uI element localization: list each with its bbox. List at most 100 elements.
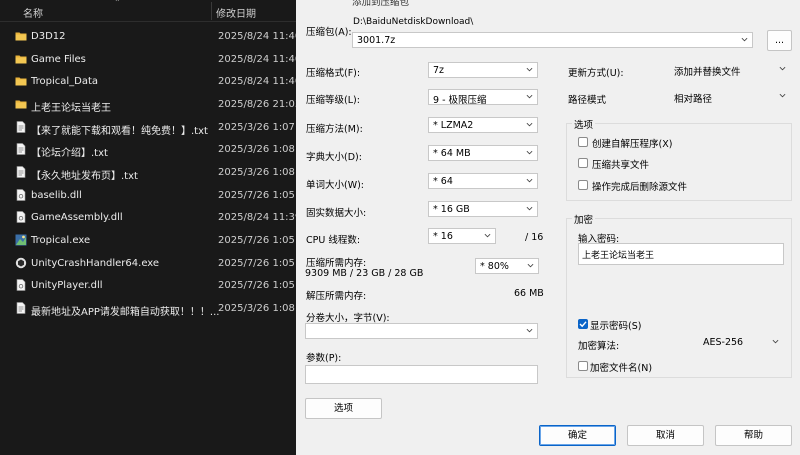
format-label: 压缩格式(F): [306, 68, 361, 79]
compress-memory-label: 压缩所需内存: [306, 258, 367, 269]
dll-file-icon [15, 188, 27, 202]
file-row[interactable]: 最新地址及APP请发邮箱自动获取！！！... 2025/3/26 1:08 [0, 298, 296, 320]
dialog-title: 添加到压缩包 [352, 0, 410, 8]
file-row[interactable]: 上老王论坛当老王 2025/8/26 21:03 [0, 94, 301, 116]
show-password-checkbox[interactable] [578, 319, 588, 329]
file-name: Tropical_Data [31, 76, 99, 88]
compress-memory-value: 9309 MB / 23 GB / 28 GB [305, 268, 424, 279]
level-value: 9 - 极限压缩 [433, 95, 487, 106]
file-row[interactable]: 【永久地址发布页】.txt 2025/3/26 1:08 [0, 162, 296, 184]
update-mode-select[interactable]: 添加并替换文件 [669, 61, 791, 78]
cpu-threads-select[interactable]: * 16 [428, 228, 496, 244]
file-name: 【永久地址发布页】.txt [31, 170, 138, 182]
file-row[interactable]: GameAssembly.dll 2025/8/24 11:39 [0, 207, 301, 229]
format-value: 7z [433, 65, 445, 76]
compress-shared-checkbox[interactable] [578, 158, 588, 168]
method-label: 压缩方法(M): [306, 124, 363, 135]
cpu-threads-value: * 16 [433, 231, 453, 242]
encryption-method-select[interactable]: AES-256 [698, 334, 784, 350]
archive-name-combobox[interactable]: 3001.7z [352, 32, 753, 48]
delete-source-checkbox[interactable] [578, 180, 588, 190]
game-exe-icon [15, 234, 27, 247]
ok-button[interactable]: 确定 [539, 425, 616, 446]
split-size-combobox[interactable] [305, 323, 538, 339]
file-name: UnityCrashHandler64.exe [31, 257, 160, 269]
file-row[interactable]: UnityPlayer.dll 2025/7/26 1:05 [0, 275, 296, 297]
name-column-header[interactable]: 名称 [23, 5, 43, 20]
text-file-icon [15, 301, 27, 315]
chevron-down-icon [526, 150, 533, 155]
parameters-label: 参数(P): [306, 353, 342, 364]
file-name: D3D12 [31, 31, 66, 42]
file-modified-date: 2025/3/26 1:08 [218, 302, 295, 314]
file-row[interactable]: UnityCrashHandler64.exe 2025/7/26 1:05 [0, 253, 296, 275]
file-name: 【来了就能下载和观看！纯免费！】.txt [31, 125, 208, 137]
browse-button[interactable]: ... [767, 30, 792, 51]
dictionary-label: 字典大小(D): [306, 152, 362, 163]
chevron-down-icon [526, 94, 533, 99]
decompress-memory-label: 解压所需内存: [306, 291, 367, 302]
folder-icon [15, 98, 27, 111]
level-select[interactable]: 9 - 极限压缩 [428, 89, 538, 106]
file-modified-date: 2025/8/24 11:39 [218, 212, 302, 224]
create-sfx-label: 创建自解压程序(X) [592, 139, 673, 150]
file-modified-date: 2025/7/26 1:05 [218, 234, 295, 246]
file-modified-date: 2025/3/26 1:07 [218, 121, 295, 133]
file-modified-date: 2025/8/26 21:03 [218, 98, 302, 110]
help-button[interactable]: 帮助 [715, 425, 792, 446]
encrypt-filenames-checkbox[interactable] [578, 361, 588, 371]
path-mode-select[interactable]: 相对路径 [669, 88, 791, 105]
chevron-down-icon [772, 339, 779, 344]
checkmark-icon [579, 321, 587, 328]
file-row[interactable]: 【来了就能下载和观看！纯免费！】.txt 2025/3/26 1:07 [0, 117, 296, 139]
method-select[interactable]: * LZMA2 [428, 117, 538, 133]
file-name: GameAssembly.dll [31, 212, 123, 224]
memory-percent-select[interactable]: * 80% [475, 258, 539, 274]
sort-ascending-icon[interactable]: ⌃ [114, 0, 121, 7]
file-row[interactable]: baselib.dll 2025/7/26 1:05 [0, 185, 296, 207]
solid-block-select[interactable]: * 16 GB [428, 201, 538, 217]
create-sfx-checkbox[interactable] [578, 137, 588, 147]
memory-percent-value: * 80% [480, 261, 509, 272]
file-row[interactable]: D3D12 2025/8/24 11:40 [0, 26, 301, 48]
chevron-down-icon [526, 122, 533, 127]
compress-shared-label: 压缩共享文件 [592, 160, 650, 171]
file-name: 上老王论坛当老王 [31, 102, 111, 114]
word-size-value: * 64 [433, 176, 453, 187]
chevron-down-icon [741, 37, 748, 42]
dictionary-value: * 64 MB [433, 148, 471, 159]
file-modified-date: 2025/8/24 11:40 [218, 53, 302, 65]
level-label: 压缩等级(L): [306, 95, 360, 106]
text-file-icon [15, 166, 27, 179]
add-to-archive-dialog: 添加到压缩包 压缩包(A): D:\BaiduNetdiskDownload\ … [296, 0, 800, 455]
cpu-threads-total: / 16 [525, 232, 544, 243]
format-select[interactable]: 7z [428, 62, 538, 78]
path-mode-value: 相对路径 [674, 94, 713, 105]
date-column-header[interactable]: 修改日期 [216, 5, 256, 20]
parameters-input[interactable] [305, 365, 538, 384]
folder-icon [15, 75, 27, 88]
file-row[interactable]: Game Files 2025/8/24 11:40 [0, 49, 301, 71]
file-name: UnityPlayer.dll [31, 280, 103, 292]
column-divider[interactable] [211, 2, 212, 20]
file-modified-date: 2025/7/26 1:05 [218, 257, 295, 269]
file-row[interactable]: Tropical.exe 2025/7/26 1:05 [0, 230, 296, 252]
dictionary-select[interactable]: * 64 MB [428, 145, 538, 161]
password-input[interactable]: 上老王论坛当老王 [578, 243, 784, 265]
chevron-down-icon [526, 67, 533, 72]
archive-path: D:\BaiduNetdiskDownload\ [353, 17, 474, 27]
word-size-select[interactable]: * 64 [428, 173, 538, 189]
path-mode-label: 路径模式 [568, 95, 607, 106]
file-modified-date: 2025/3/26 1:08 [218, 144, 295, 156]
file-row[interactable]: Tropical_Data 2025/8/24 11:40 [0, 71, 301, 93]
chevron-down-icon [527, 263, 534, 268]
dll-file-icon [15, 279, 27, 292]
file-name: 【论坛介绍】.txt [31, 148, 108, 160]
folder-icon [15, 30, 27, 43]
options-button[interactable]: 选项 [305, 398, 382, 419]
file-row[interactable]: 【论坛介绍】.txt 2025/3/26 1:08 [0, 139, 296, 161]
update-mode-value: 添加并替换文件 [674, 67, 741, 78]
chevron-down-icon [526, 178, 533, 183]
cancel-button[interactable]: 取消 [627, 425, 704, 446]
delete-source-label: 操作完成后删除源文件 [592, 182, 688, 193]
